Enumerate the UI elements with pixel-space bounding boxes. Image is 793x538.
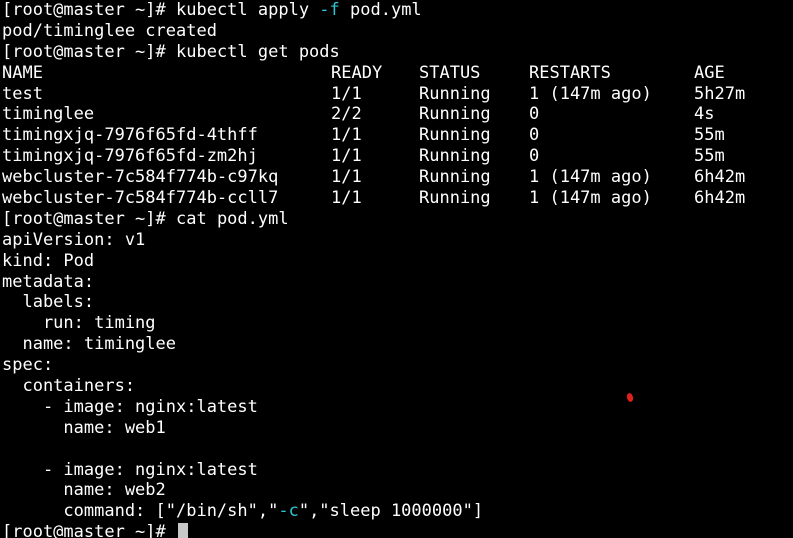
yaml-line: labels: [2, 292, 95, 313]
yaml-line: spec: [2, 355, 54, 376]
table-row: webcluster-7c584f774b-c97kq 1/1 Running 1 (… [0, 167, 793, 188]
pod-age: 6h42m [694, 188, 746, 209]
text-cursor[interactable] [178, 523, 188, 538]
pod-status: Running [419, 188, 491, 209]
pod-age: 6h42m [694, 167, 746, 188]
pod-age: 55m [694, 125, 725, 146]
yaml-line: command: ["/bin/sh","-c","sleep 1000000"… [0, 501, 793, 522]
yaml-line: kind: Pod [2, 250, 95, 271]
shell-prompt: [root@master ~]# [2, 0, 176, 20]
yaml-text: ","sleep 1000000"] [298, 501, 484, 522]
pod-age: 5h27m [694, 83, 746, 104]
command-flag: -c [278, 501, 299, 522]
pod-status: Running [419, 83, 491, 104]
table-row: timingxjq-7976f65fd-4thff 1/1 Running 0 55m [0, 125, 793, 146]
table-row: webcluster-7c584f774b-ccll7 1/1 Running 1 (… [0, 188, 793, 209]
pod-status: Running [419, 104, 491, 125]
pod-restarts: 0 [529, 104, 540, 125]
command-text: kubectl apply [176, 0, 320, 20]
terminal-window[interactable]: [root@master ~]# kubectl apply -f pod.ym… [0, 0, 793, 538]
pod-ready: 1/1 [331, 188, 362, 209]
table-row: test 1/1 Running 1 (147m ago) 5h27m [0, 84, 793, 105]
yaml-line: name: web1 [2, 417, 166, 438]
command-line: [root@master ~]# cat pod.yml [0, 209, 793, 230]
pod-ready: 1/1 [331, 83, 362, 104]
table-row: timingxjq-7976f65fd-zm2hj 1/1 Running 0 55m [0, 146, 793, 167]
pod-name: webcluster-7c584f774b-ccll7 [2, 188, 279, 209]
pod-name: timingxjq-7976f65fd-zm2hj [2, 146, 258, 167]
pod-ready: 2/2 [331, 104, 362, 125]
pod-name: timingxjq-7976f65fd-4thff [2, 125, 258, 146]
pod-restarts: 1 (147m ago) [529, 188, 652, 209]
column-header-status: STATUS [419, 62, 481, 83]
pod-ready: 1/1 [331, 167, 362, 188]
yaml-line: - image: nginx:latest [2, 396, 258, 417]
pod-status: Running [419, 146, 491, 167]
shell-prompt: [root@master ~]# [2, 41, 176, 62]
input-line[interactable]: [root@master ~]# [0, 522, 793, 538]
column-header-name: NAME [2, 62, 43, 83]
command-text: kubectl get pods [176, 41, 340, 62]
pod-age: 55m [694, 146, 725, 167]
output-line: pod/timinglee created [2, 20, 217, 41]
yaml-line: run: timing [2, 313, 156, 334]
column-header-restarts: RESTARTS [529, 62, 611, 83]
pod-age: 4s [694, 104, 715, 125]
pod-restarts: 1 (147m ago) [529, 167, 652, 188]
pod-restarts: 0 [529, 125, 540, 146]
yaml-line: name: web2 [2, 480, 166, 501]
pod-restarts: 1 (147m ago) [529, 83, 652, 104]
pod-name: timinglee [2, 104, 95, 125]
yaml-line: name: timinglee [2, 334, 176, 355]
command-line: [root@master ~]# kubectl apply -f pod.ym… [0, 0, 793, 21]
yaml-line: - image: nginx:latest [2, 459, 258, 480]
command-text: pod.yml [339, 0, 422, 20]
column-header-age: AGE [694, 62, 725, 83]
yaml-line: apiVersion: v1 [2, 229, 146, 250]
command-line: [root@master ~]# kubectl get pods [0, 42, 793, 63]
pods-table-header: NAME READY STATUS RESTARTS AGE [0, 63, 793, 84]
yaml-line: containers: [2, 376, 136, 397]
pod-restarts: 0 [529, 146, 540, 167]
pod-name: test [2, 83, 43, 104]
pod-name: webcluster-7c584f774b-c97kq [2, 167, 279, 188]
yaml-text: command: ["/bin/sh"," [2, 501, 279, 522]
yaml-line: metadata: [2, 271, 95, 292]
table-row: timinglee 2/2 Running 0 4s [0, 104, 793, 125]
pod-ready: 1/1 [331, 125, 362, 146]
column-header-ready: READY [331, 62, 383, 83]
command-text: cat pod.yml [176, 208, 289, 229]
pod-status: Running [419, 167, 491, 188]
shell-prompt: [root@master ~]# [2, 522, 176, 538]
shell-prompt: [root@master ~]# [2, 208, 176, 229]
command-flag: -f [319, 0, 340, 20]
pod-ready: 1/1 [331, 146, 362, 167]
pod-status: Running [419, 125, 491, 146]
